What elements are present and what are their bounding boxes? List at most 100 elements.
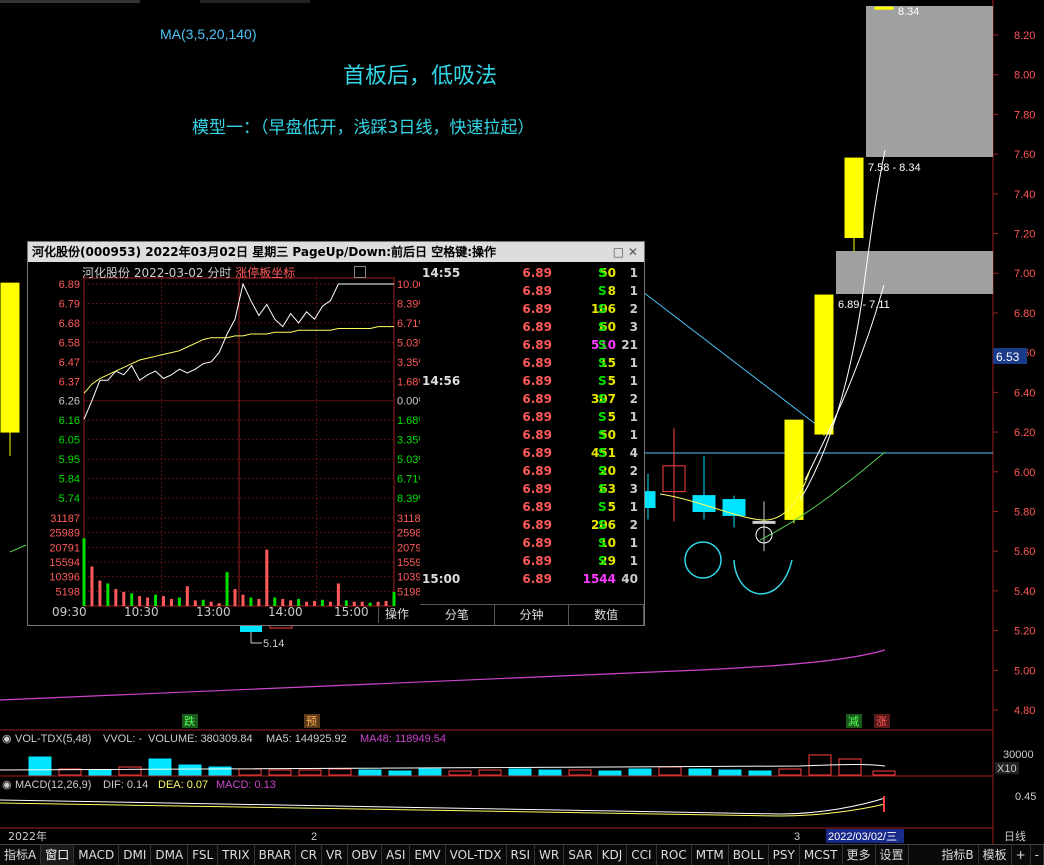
toolbar-item[interactable]: CR <box>296 845 322 865</box>
svg-text:◉: ◉ <box>2 733 12 745</box>
popup-header[interactable]: 河化股份(000953) 2022年03月02日 星期三 PageUp/Down… <box>28 242 644 262</box>
toolbar-item[interactable]: EMV <box>410 845 446 865</box>
volume-bar <box>688 768 712 776</box>
intraday-vol-bar <box>249 597 253 606</box>
zone-upper <box>866 6 993 157</box>
toolbar-item[interactable]: 更多 <box>843 845 876 865</box>
intraday-pct-label: 5.03% <box>397 454 420 466</box>
toolbar-item[interactable]: MCST <box>800 845 843 865</box>
tab-minute[interactable]: 分钟 <box>495 605 570 625</box>
tick-row: 14:56 6.89 5 S 1 <box>420 372 644 390</box>
intraday-pct-label: 1.68% <box>397 376 420 388</box>
tick-row: 6.89 307 S 2 <box>420 390 644 408</box>
toolbar-item[interactable]: BOLL <box>729 845 769 865</box>
intraday-vol-bar <box>336 583 340 606</box>
tick-s: S <box>598 410 607 424</box>
x-label-1030: 10:30 <box>124 605 159 619</box>
toolbar-item[interactable]: PSY <box>769 845 800 865</box>
axis-month-3: 3 <box>794 831 800 843</box>
tick-n: 4 <box>629 446 638 460</box>
intraday-price-label: 6.16 <box>59 415 80 427</box>
toolbar-item[interactable]: RSI <box>507 845 536 865</box>
tick-s: S <box>598 302 607 316</box>
price-label: 6.20 <box>1014 427 1035 439</box>
intraday-vol-label-r: 5198 <box>397 586 420 598</box>
tick-p: 6.89 <box>522 536 552 550</box>
price-label: 8.20 <box>1014 30 1035 42</box>
volume-bar <box>208 766 232 776</box>
tick-n: 1 <box>629 536 638 550</box>
toolbar-item[interactable]: WR <box>535 845 565 865</box>
tick-row: 6.89 510 S 21 <box>420 336 644 354</box>
tick-row: 6.89 20 S 2 <box>420 462 644 480</box>
tick-s: S <box>598 464 607 478</box>
price-label: 7.20 <box>1014 229 1035 241</box>
volume-bar <box>478 769 502 776</box>
intraday-vol-label-r: 20791 <box>397 542 420 554</box>
intraday-popup[interactable]: 河化股份(000953) 2022年03月02日 星期三 PageUp/Down… <box>27 241 645 626</box>
intraday-vol-bar <box>233 589 237 606</box>
tag-zhang: 涨 <box>876 715 887 728</box>
tick-v: 15 <box>599 356 616 370</box>
volume-bar <box>358 769 382 776</box>
intraday-vol-bar <box>98 580 102 606</box>
tick-p: 6.89 <box>522 338 552 352</box>
toolbar-item[interactable]: ASI <box>382 845 411 865</box>
toolbar-item[interactable]: DMI <box>119 845 152 865</box>
intraday-vol-bar <box>90 566 94 606</box>
tab-tick[interactable]: 分笔 <box>420 605 495 625</box>
toolbar-item[interactable]: TRIX <box>218 845 255 865</box>
toolbar-right-item[interactable]: 指标B <box>937 845 979 865</box>
tick-p: 6.89 <box>522 428 552 442</box>
tick-p: 6.89 <box>522 554 552 568</box>
zone-lower <box>836 251 993 294</box>
vol-axis-unit: X10 <box>997 763 1017 775</box>
tab-value[interactable]: 数值 <box>569 605 645 625</box>
tick-v: 106 <box>590 302 616 316</box>
toolbar-right-item[interactable]: + <box>1012 845 1031 865</box>
toolbar-item[interactable]: 设置 <box>876 845 909 865</box>
toolbar-item[interactable]: FSL <box>188 845 219 865</box>
toolbar-right-item[interactable]: - <box>1031 845 1044 865</box>
toolbar-item[interactable]: VR <box>322 845 348 865</box>
toolbar-item[interactable]: 指标A <box>0 845 42 865</box>
toolbar-item[interactable]: SAR <box>564 845 598 865</box>
tick-n: 21 <box>621 338 638 352</box>
toolbar-right-item[interactable]: 模板 <box>979 845 1012 865</box>
axis-month-2: 2 <box>311 831 317 843</box>
tick-p: 6.89 <box>522 302 552 316</box>
toolbar-item[interactable]: DMA <box>151 845 189 865</box>
tick-p: 6.89 <box>522 356 552 370</box>
tick-p: 6.89 <box>522 374 552 388</box>
volume-bar <box>838 758 862 776</box>
popup-window-buttons[interactable]: □ ✕ <box>609 242 638 262</box>
op-button[interactable]: 操作 <box>378 605 415 623</box>
tick-row: 6.89 50 S 1 <box>420 426 644 444</box>
tick-p: 6.89 <box>522 500 552 514</box>
expand-icon[interactable] <box>354 266 366 278</box>
toolbar-item[interactable]: MTM <box>692 845 729 865</box>
tick-t: 15:00 <box>422 572 461 586</box>
tick-s: S <box>598 500 607 514</box>
toolbar-item[interactable]: CCI <box>627 845 657 865</box>
tick-row: 6.89 8 S 1 <box>420 282 644 300</box>
toolbar-item[interactable]: 窗口 <box>41 845 75 865</box>
intraday-vol-bar <box>82 538 86 606</box>
toolbar-item[interactable]: KDJ <box>598 845 628 865</box>
intraday-pct-label: 8.39% <box>397 298 420 310</box>
intraday-vol-bar <box>225 572 229 606</box>
toolbar-item[interactable]: VOL-TDX <box>446 845 507 865</box>
volume-bar <box>328 768 352 776</box>
tick-row: 6.89 60 S 3 <box>420 318 644 336</box>
tick-row: 6.89 10 S 1 <box>420 534 644 552</box>
svg-text:◉: ◉ <box>2 779 12 791</box>
macd-macd: MACD: 0.13 <box>216 779 276 791</box>
toolbar-item[interactable]: OBV <box>348 845 383 865</box>
tick-n: 1 <box>629 428 638 442</box>
toolbar-item[interactable]: BRAR <box>255 845 297 865</box>
tick-p: 6.89 <box>522 572 552 586</box>
intraday-price-label: 5.74 <box>59 493 80 505</box>
toolbar-item[interactable]: ROC <box>657 845 692 865</box>
marker-circle <box>684 541 722 579</box>
toolbar-item[interactable]: MACD <box>74 845 120 865</box>
